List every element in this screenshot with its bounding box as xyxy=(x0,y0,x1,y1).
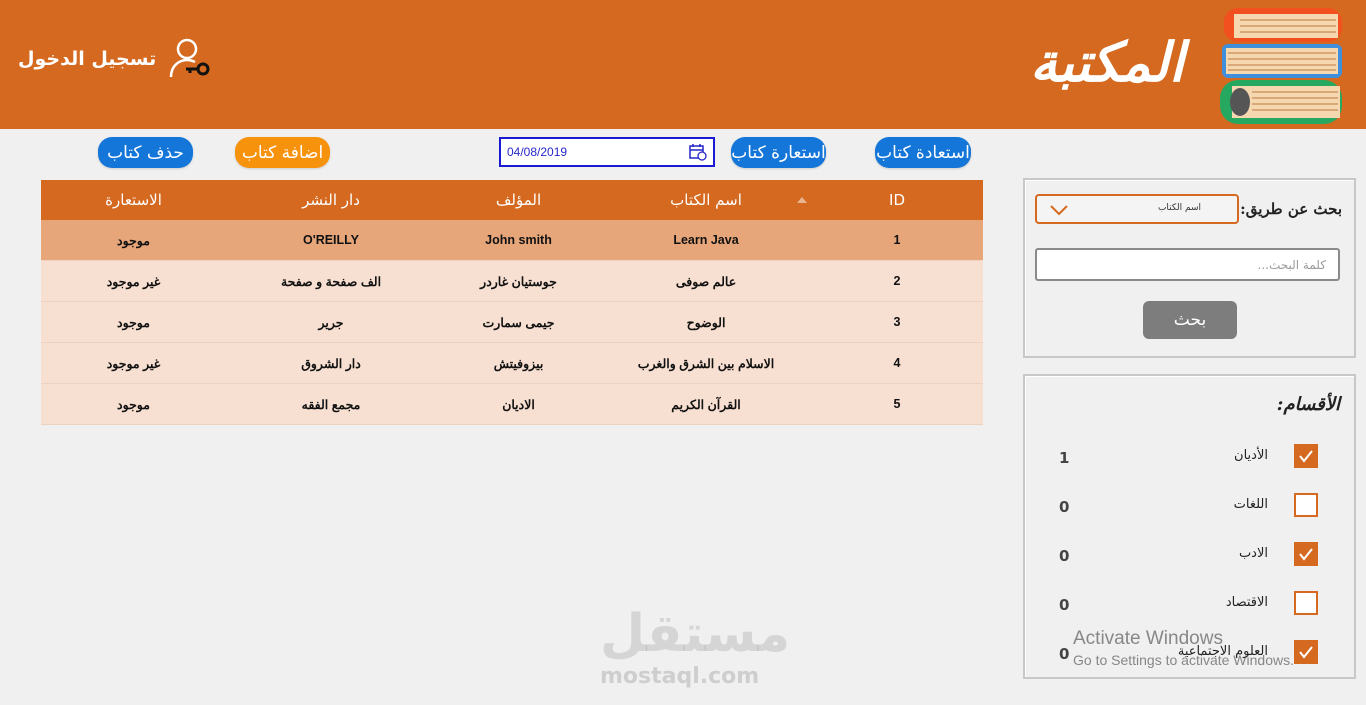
date-value: 04/08/2019 xyxy=(507,145,568,159)
borrow-book-button[interactable]: استعارة كتاب xyxy=(731,137,826,168)
cell-id: 4 xyxy=(893,356,901,370)
categories-title: الأقسام: xyxy=(1276,394,1340,415)
category-checkbox[interactable] xyxy=(1294,444,1318,468)
cell-title: الاسلام بين الشرق والغرب xyxy=(637,356,775,371)
column-header-title-label: اسم الكتاب xyxy=(670,191,742,209)
books-stack-icon xyxy=(1220,8,1342,124)
activate-windows-overlay: Activate Windows Go to Settings to activ… xyxy=(1073,628,1294,668)
category-item: 0 الادب xyxy=(1025,542,1354,572)
column-header-author[interactable]: المؤلف xyxy=(436,180,601,220)
user-key-icon xyxy=(169,38,210,78)
search-button[interactable]: بحث xyxy=(1143,301,1237,339)
category-count: 0 xyxy=(1059,498,1070,516)
category-label: الاقتصاد xyxy=(1225,595,1268,610)
books-table: الاستعارة دار النشر المؤلف اسم الكتاب ID… xyxy=(41,180,983,425)
category-checkbox[interactable] xyxy=(1294,591,1318,615)
activate-windows-subtitle: Go to Settings to activate Windows. xyxy=(1073,652,1294,668)
chevron-down-icon xyxy=(1050,205,1068,216)
category-item: 1 الأديان xyxy=(1025,444,1354,474)
cell-title: Learn Java xyxy=(673,233,739,247)
watermark-arabic: مستقل xyxy=(600,604,791,664)
category-count: 0 xyxy=(1059,547,1070,565)
cell-status: غير موجود xyxy=(106,356,161,371)
cell-publisher: جرير xyxy=(318,315,344,330)
login-label: تسجيل الدخول xyxy=(18,48,157,70)
cell-title: الوضوح xyxy=(686,315,726,330)
cell-publisher: دار الشروق xyxy=(301,356,361,371)
cell-status: غير موجود xyxy=(106,274,161,289)
table-row[interactable]: موجود مجمع الفقه الاديان القرآن الكريم 5 xyxy=(41,384,983,425)
category-label: اللغات xyxy=(1233,497,1268,512)
cell-id: 1 xyxy=(893,233,901,247)
check-icon xyxy=(1299,646,1313,659)
check-icon xyxy=(1299,450,1313,463)
column-header-publisher[interactable]: دار النشر xyxy=(226,180,436,220)
cell-author: جوستيان غاردر xyxy=(480,274,557,289)
login-button[interactable]: تسجيل الدخول xyxy=(18,36,214,82)
category-checkbox[interactable] xyxy=(1294,493,1318,517)
add-book-button[interactable]: اضافة كتاب xyxy=(235,137,330,168)
search-input[interactable] xyxy=(1035,248,1340,281)
date-picker[interactable]: 04/08/2019 xyxy=(499,137,715,167)
cell-author: جيمى سمارت xyxy=(482,315,555,330)
search-by-label: بحث عن طريق: xyxy=(1240,200,1342,218)
category-label: الادب xyxy=(1238,546,1268,561)
return-book-button[interactable]: استعادة كتاب xyxy=(875,137,971,168)
category-label: الأديان xyxy=(1234,448,1268,463)
table-row[interactable]: غير موجود دار الشروق بيزوفيتش الاسلام بي… xyxy=(41,343,983,384)
search-field-value: اسم الكتاب xyxy=(1157,203,1201,213)
delete-book-button[interactable]: حذف كتاب xyxy=(98,137,193,168)
table-row[interactable]: موجود O'REILLY John smith Learn Java 1 xyxy=(41,220,983,261)
cell-title: القرآن الكريم xyxy=(671,397,741,412)
activate-windows-title: Activate Windows xyxy=(1073,628,1223,649)
cell-id: 3 xyxy=(893,315,901,329)
cell-id: 2 xyxy=(893,274,901,288)
category-count: 0 xyxy=(1059,596,1070,614)
cell-publisher: الف صفحة و صفحة xyxy=(280,274,382,289)
column-header-id[interactable]: ID xyxy=(811,180,983,220)
table-row[interactable]: غير موجود الف صفحة و صفحة جوستيان غاردر … xyxy=(41,261,983,302)
category-count: 0 xyxy=(1059,645,1070,663)
cell-publisher: مجمع الفقه xyxy=(301,397,361,412)
category-item: 0 الاقتصاد xyxy=(1025,591,1354,621)
table-header: الاستعارة دار النشر المؤلف اسم الكتاب ID xyxy=(41,180,983,220)
column-header-title[interactable]: اسم الكتاب xyxy=(601,180,811,220)
cell-status: موجود xyxy=(117,233,150,248)
cell-publisher: O'REILLY xyxy=(303,233,359,247)
search-field-select[interactable]: اسم الكتاب xyxy=(1035,194,1239,224)
watermark-latin: mostaql.com xyxy=(600,664,760,689)
sort-ascending-icon xyxy=(797,197,807,203)
cell-id: 5 xyxy=(893,397,901,411)
calendar-icon[interactable] xyxy=(689,143,707,161)
cell-author: بيزوفيتش xyxy=(493,356,544,371)
category-item: 0 اللغات xyxy=(1025,493,1354,523)
table-row[interactable]: موجود جرير جيمى سمارت الوضوح 3 xyxy=(41,302,983,343)
category-checkbox[interactable] xyxy=(1294,542,1318,566)
column-header-borrow[interactable]: الاستعارة xyxy=(41,180,226,220)
cell-status: موجود xyxy=(117,397,150,412)
cell-status: موجود xyxy=(117,315,150,330)
check-icon xyxy=(1299,548,1313,561)
search-panel: بحث عن طريق: اسم الكتاب بحث xyxy=(1023,178,1356,358)
app-header: المكتبة تسجيل الدخول xyxy=(0,0,1366,129)
category-checkbox[interactable] xyxy=(1294,640,1318,664)
cell-author: الاديان xyxy=(502,397,535,412)
category-count: 1 xyxy=(1059,449,1070,467)
cell-author: John smith xyxy=(485,233,552,247)
cell-title: عالم صوفى xyxy=(675,274,737,289)
app-title: المكتبة xyxy=(1029,30,1184,94)
